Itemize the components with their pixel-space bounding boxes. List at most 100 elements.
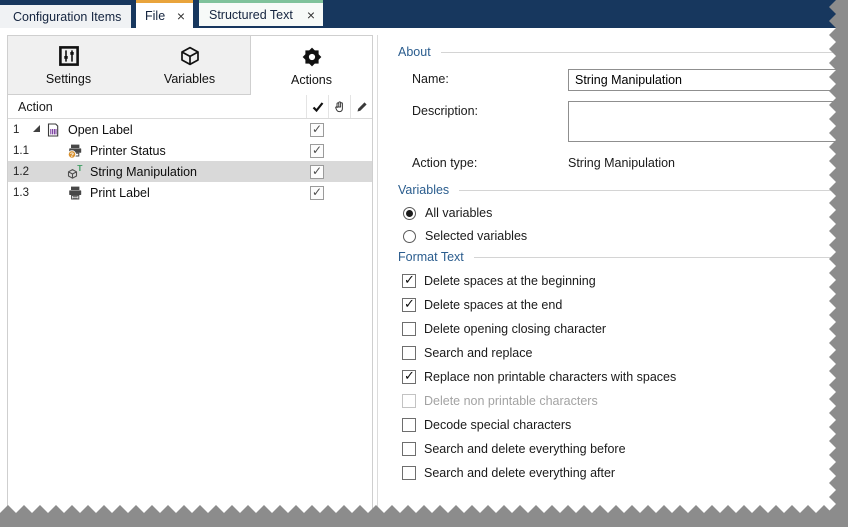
tab-label: Actions [291,73,332,87]
group-divider [474,257,848,258]
checkbox-label: Search and replace [424,346,532,360]
checkbox[interactable] [402,394,416,408]
row-number: 1 [8,124,33,136]
enabled-check-icon[interactable] [306,95,328,118]
action-row-open-label[interactable]: 1 Open Label [8,119,372,140]
tab-label: File [145,9,165,23]
gear-icon [301,45,323,69]
option-search-delete-before[interactable]: Search and delete everything before [402,441,848,457]
enabled-checkbox[interactable] [310,186,324,200]
configuration-panel: Settings Variables [7,35,373,527]
tab-configuration-items[interactable]: Configuration Items [0,5,131,28]
option-delete-spaces-end[interactable]: Delete spaces at the end [402,297,848,313]
condition-hand-icon[interactable] [328,95,350,118]
sliders-icon [58,44,80,68]
row-number: 1.2 [8,166,33,178]
tab-variables[interactable]: Variables [129,36,250,95]
checkbox[interactable] [402,466,416,480]
checkbox-label: Replace non printable characters with sp… [424,370,676,384]
group-divider [459,190,848,191]
description-row: Description: [412,101,848,142]
tab-structured-text[interactable]: Structured Text × [199,0,323,26]
group-title: About [398,45,431,59]
radio-button[interactable] [403,207,416,220]
radio-selected-variables[interactable]: Selected variables [403,228,848,244]
checkbox[interactable] [402,346,416,360]
action-type-label: Action type: [412,153,568,170]
app-window: Configuration Items File × Structured Te… [0,0,848,527]
option-delete-non-printable[interactable]: Delete non printable characters [402,393,848,409]
action-label: Print Label [90,186,306,200]
checkbox[interactable] [402,442,416,456]
tab-file[interactable]: File × [136,0,193,28]
group-header-about: About [398,44,848,60]
checkbox-label: Search and delete everything after [424,466,615,480]
panel-splitter[interactable] [377,35,378,527]
radio-label: All variables [425,206,492,220]
tree-expander-icon[interactable] [33,125,40,132]
name-row: Name: [412,69,848,91]
option-delete-spaces-beginning[interactable]: Delete spaces at the beginning [402,273,848,289]
checkbox[interactable] [402,418,416,432]
tab-settings[interactable]: Settings [8,36,129,95]
open-label-icon [45,122,62,138]
option-decode-special-characters[interactable]: Decode special characters [402,417,848,433]
row-number: 1.3 [8,187,33,199]
string-manipulation-icon: T [67,164,84,180]
group-header-variables: Variables [398,182,848,198]
action-label: Open Label [68,123,306,137]
checkbox-label: Search and delete everything before [424,442,626,456]
action-label: Printer Status [90,144,306,158]
action-properties-panel: About Name: Description: Action type: St… [390,44,848,481]
checkbox[interactable] [402,298,416,312]
action-label: String Manipulation [90,165,306,179]
action-column-header: Action [8,100,306,114]
panel-tab-strip: Settings Variables [8,36,372,95]
action-row-string-manipulation[interactable]: 1.2 T String Manipulation [8,161,372,182]
printer-status-icon: ? [67,143,84,159]
checkbox[interactable] [402,274,416,288]
svg-text:?: ? [70,151,74,158]
enabled-checkbox[interactable] [310,144,324,158]
checkbox-label: Delete opening closing character [424,322,606,336]
enabled-checkbox[interactable] [310,165,324,179]
group-title: Variables [398,183,449,197]
option-replace-non-printable[interactable]: Replace non printable characters with sp… [402,369,848,385]
group-header-format-text: Format Text [398,249,848,265]
document-tab-bar: Configuration Items File × Structured Te… [0,0,848,28]
radio-label: Selected variables [425,229,527,243]
action-list-header: Action [8,95,372,119]
group-divider [441,52,848,53]
svg-text:T: T [77,164,83,173]
name-input[interactable] [568,69,848,91]
option-search-and-replace[interactable]: Search and replace [402,345,848,361]
checkbox[interactable] [402,322,416,336]
edit-pencil-icon[interactable] [350,95,372,118]
checkbox-label: Decode special characters [424,418,571,432]
checkbox-label: Delete spaces at the beginning [424,274,596,288]
action-row-print-label[interactable]: 1.3 Print Label [8,182,372,203]
checkbox-label: Delete non printable characters [424,394,598,408]
radio-all-variables[interactable]: All variables [403,205,848,221]
group-title: Format Text [398,250,464,264]
print-label-icon [67,185,84,201]
description-label: Description: [412,101,568,118]
option-search-delete-after[interactable]: Search and delete everything after [402,465,848,481]
action-row-printer-status[interactable]: 1.1 ? Printer Status [8,140,372,161]
close-icon[interactable]: × [177,9,193,23]
name-label: Name: [412,69,568,86]
description-input[interactable] [568,101,848,142]
checkbox-label: Delete spaces at the end [424,298,562,312]
tab-label: Structured Text [209,8,293,22]
tab-label: Variables [164,72,215,86]
row-number: 1.1 [8,145,33,157]
close-icon[interactable]: × [307,8,323,22]
tab-label: Configuration Items [13,10,121,24]
checkbox[interactable] [402,370,416,384]
option-delete-opening-closing[interactable]: Delete opening closing character [402,321,848,337]
tab-actions[interactable]: Actions [250,36,372,95]
tab-label: Settings [46,72,91,86]
enabled-checkbox[interactable] [310,123,324,137]
action-type-value: String Manipulation [568,153,675,170]
radio-button[interactable] [403,230,416,243]
